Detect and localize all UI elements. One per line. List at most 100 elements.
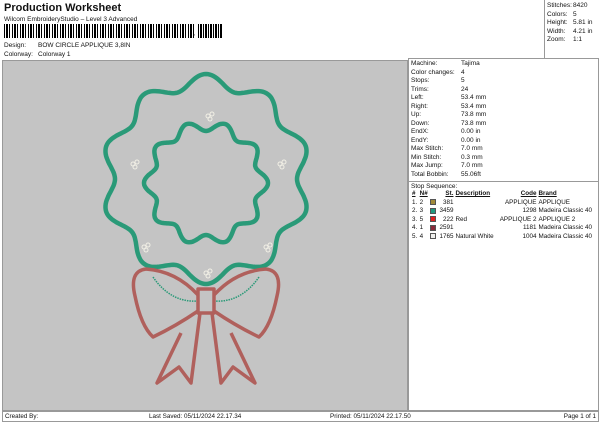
info-label: Up: xyxy=(411,111,422,118)
info-value: 53.4 mm xyxy=(461,102,487,110)
description xyxy=(454,224,496,233)
berry-dots xyxy=(134,159,140,165)
info-row: EndX: 0.00 in xyxy=(411,128,596,137)
info-row: Up: 73.8 mm xyxy=(411,111,596,120)
design-name: BOW CIRCLE APPLIQUE 3,8IN xyxy=(38,42,131,49)
color-swatch xyxy=(429,224,437,233)
outer-wreath-outline xyxy=(103,71,309,287)
thread-brand: APPLIQUE xyxy=(538,198,570,206)
column-header: St. xyxy=(445,190,454,197)
berry-dots xyxy=(209,111,215,117)
info-value: 53.4 mm xyxy=(461,94,487,101)
stitch-count: 3459 xyxy=(439,207,454,215)
barcode-end xyxy=(198,24,223,38)
info-label: Max Jump: xyxy=(411,162,443,169)
info-row: Machine: Tajima xyxy=(411,60,596,69)
info-value: 5 xyxy=(573,10,577,18)
info-row: Color changes: 4 xyxy=(411,69,596,78)
info-value: 1:1 xyxy=(573,36,583,43)
info-label: EndY: xyxy=(411,136,429,144)
berry-dots xyxy=(279,164,285,170)
info-row: Stops: 5 xyxy=(411,77,596,86)
stop-sequence: Stop Sequence: # N# St. Description Code Bran… xyxy=(409,181,598,243)
berry-dots xyxy=(132,164,138,170)
info-value: 5 xyxy=(461,77,465,84)
page-title: Production Worksheet xyxy=(4,2,122,14)
info-row: Down: 73.8 mm xyxy=(411,120,596,129)
stop-index: 1. xyxy=(412,198,418,206)
bow-left-loop xyxy=(131,267,200,339)
design-preview xyxy=(2,60,408,411)
printed-date: Printed: 05/11/2024 22.17.50 xyxy=(330,413,411,420)
info-row: Left: 53.4 mm xyxy=(411,94,596,103)
software-name: Wilcom EmbroideryStudio – Level 3 Advanc… xyxy=(4,16,138,23)
thread-brand: APPLIQUE 2 xyxy=(538,215,576,223)
stop-sequence-title: Stop Sequence: xyxy=(411,183,458,190)
needle-number: 3 xyxy=(419,207,424,215)
stitch-count: 2591 xyxy=(439,224,454,232)
color-swatch xyxy=(429,233,437,242)
description xyxy=(454,207,496,216)
info-row: Max Jump: 7.0 mm xyxy=(411,162,596,171)
info-label: Right: xyxy=(411,102,428,110)
info-label: Stops: xyxy=(411,77,430,84)
info-value: 5.81 in xyxy=(573,19,593,26)
embroidery-design xyxy=(103,71,309,385)
colorway-label: Colorway: xyxy=(4,51,33,58)
info-value: 73.8 mm xyxy=(461,119,487,127)
thread-code: 1181 xyxy=(522,224,537,232)
barcode xyxy=(4,24,194,38)
berry-dots xyxy=(145,242,151,248)
info-row: Max Stitch: 7.0 mm xyxy=(411,145,596,154)
needle-number: 1 xyxy=(419,224,424,232)
color-swatch xyxy=(429,216,437,225)
info-value: 55.06ft xyxy=(461,170,481,178)
stop-index: 3. xyxy=(412,215,418,223)
stop-index: 4. xyxy=(412,224,418,232)
stop-row: 5. 4 1765 Natural White 1004 Madeira Classic … xyxy=(411,233,596,242)
column-header: N# xyxy=(419,190,428,197)
color-swatch xyxy=(429,198,437,208)
needle-number: 5 xyxy=(419,215,424,223)
stop-index: 5. xyxy=(412,232,418,240)
column-header: # xyxy=(412,190,416,197)
thread-brand: Madeira Classic 40 xyxy=(538,232,593,240)
info-value: 8420 xyxy=(573,2,588,9)
info-value: 0.00 in xyxy=(461,128,481,135)
info-row: Width: 4.21 in xyxy=(547,28,598,37)
page-number: Page 1 of 1 xyxy=(563,413,596,420)
stop-row: 1. 2 381 APPLIQUE APPLIQUE xyxy=(411,199,596,208)
info-row: Stitches: 8420 xyxy=(547,2,598,11)
needle-number: 4 xyxy=(419,232,424,240)
info-label: Color changes: xyxy=(411,68,455,76)
stop-sequence-table: # N# St. Description Code Brand 1. 2 381 APPLIQUE… xyxy=(411,190,596,242)
info-value: 0.3 mm xyxy=(461,153,483,161)
info-label: Zoom: xyxy=(547,36,566,43)
info-value: 0.00 in xyxy=(461,136,481,144)
thread-code: APPLIQUE xyxy=(504,198,537,206)
berry-dots xyxy=(207,116,213,122)
column-header: Brand xyxy=(538,190,557,197)
berry-dots xyxy=(205,273,211,279)
info-row: Min Stitch: 0.3 mm xyxy=(411,154,596,163)
info-row: EndY: 0.00 in xyxy=(411,137,596,146)
summary-box: Stitches: 8420 Colors: 5 Height: 5.81 in Width… xyxy=(544,0,600,58)
info-row: Right: 53.4 mm xyxy=(411,103,596,112)
info-label: Trims: xyxy=(411,85,429,93)
info-label: Total Bobbin: xyxy=(411,170,449,178)
color-swatch xyxy=(429,207,437,216)
needle-number: 2 xyxy=(419,198,424,206)
info-row: Colors: 5 xyxy=(547,11,598,20)
info-label: Down: xyxy=(411,119,430,127)
info-value: 4.21 in xyxy=(573,27,593,35)
details-panel: Machine: Tajima Color changes: 4 Stops: 5 Trim… xyxy=(408,58,599,411)
inner-wreath-outline xyxy=(141,121,271,245)
bow-knot xyxy=(196,287,216,315)
stitch-count: 222 xyxy=(442,215,454,223)
info-value: 7.0 mm xyxy=(461,145,483,152)
thread-brand: Madeira Classic 40 xyxy=(538,224,593,232)
info-label: Machine: xyxy=(411,60,438,67)
description xyxy=(454,199,496,208)
info-label: Colors: xyxy=(547,10,568,18)
thread-code: 1004 xyxy=(522,232,537,240)
